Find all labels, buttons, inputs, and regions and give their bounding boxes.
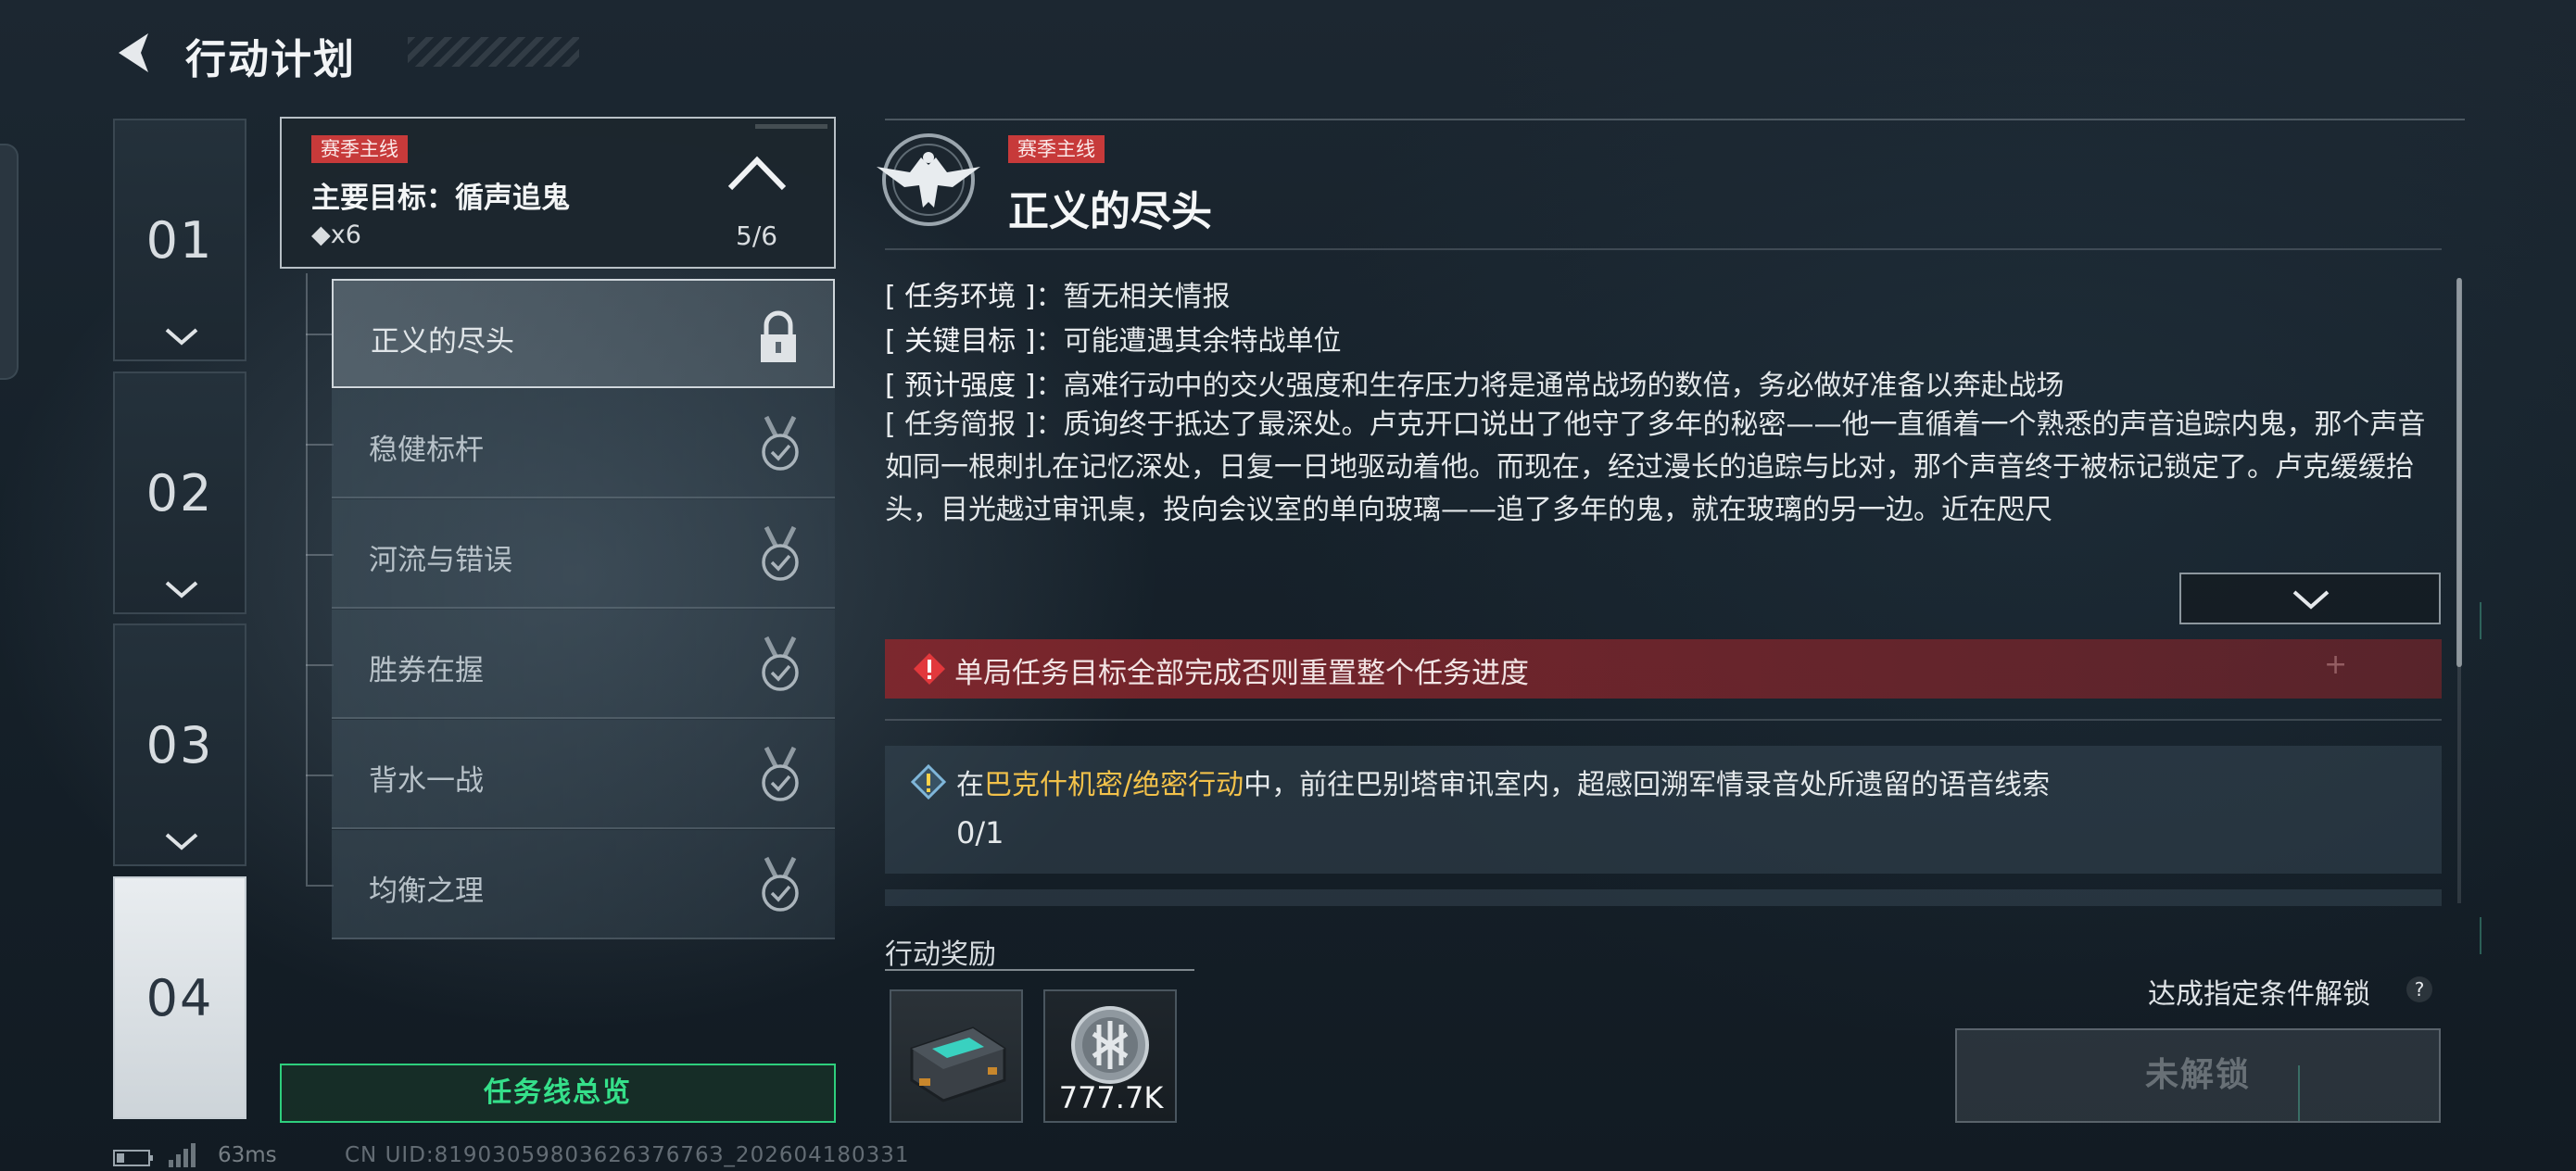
mission-briefing: [ 任务简报 ]：质询终于抵达了最深处。卢克开口说出了他守了多年的秘密——他一直… bbox=[885, 409, 2426, 526]
season-tag: 赛季主线 bbox=[1008, 135, 1105, 163]
mission-line-overview-button[interactable]: 任务线总览 bbox=[280, 1064, 836, 1123]
sub-mission-item[interactable]: 背水一战 bbox=[332, 720, 835, 829]
chapter-tab-01[interactable]: 01 bbox=[113, 119, 246, 361]
chapter-number: 03 bbox=[145, 716, 214, 774]
objective-progress: 0/1 bbox=[956, 815, 1004, 850]
sub-mission-label: 背水一战 bbox=[369, 764, 484, 798]
warning-text: 单局任务目标全部完成否则重置整个任务进度 bbox=[954, 657, 1529, 690]
ping-readout: 63ms bbox=[218, 1143, 277, 1167]
chevron-up-icon[interactable] bbox=[725, 153, 789, 194]
chevron-down-icon bbox=[2292, 590, 2330, 610]
info-key-target: [ 关键目标 ]：可能遭遇其余特战单位 bbox=[885, 325, 1342, 358]
sub-mission-label: 胜券在握 bbox=[369, 654, 484, 687]
medal-check-icon bbox=[762, 415, 799, 471]
medal-check-icon bbox=[762, 746, 799, 801]
chapter-tab-02[interactable]: 02 bbox=[113, 371, 246, 614]
sub-mission-item[interactable]: 稳健标杆 bbox=[332, 389, 835, 498]
padlock-icon bbox=[761, 310, 796, 362]
warning-diamond-icon bbox=[914, 653, 945, 685]
back-arrow-icon[interactable] bbox=[109, 28, 159, 78]
objective-text: 在巴克什机密/绝密行动中，前往巴别塔审讯室内，超感回溯军情录音处所遗留的语音线索 bbox=[956, 769, 2051, 801]
eagle-emblem-icon bbox=[877, 133, 980, 226]
sub-mission-item[interactable]: 正义的尽头 bbox=[332, 279, 835, 388]
mission-count: ◆x6 bbox=[311, 220, 361, 249]
tree-tick bbox=[306, 444, 334, 446]
rewards-underline bbox=[885, 969, 1194, 971]
title-divider bbox=[885, 248, 2442, 250]
chevron-down-icon bbox=[165, 581, 198, 598]
chapter-number: 02 bbox=[145, 464, 214, 523]
help-icon[interactable]: ? bbox=[2406, 976, 2432, 1002]
page-title: 行动计划 bbox=[185, 36, 356, 83]
mission-progress: 5/6 bbox=[736, 220, 778, 251]
medal-check-icon bbox=[762, 525, 799, 581]
medal-check-icon bbox=[762, 636, 799, 691]
signal-icon bbox=[169, 1143, 196, 1167]
side-drawer-handle[interactable] bbox=[0, 144, 19, 380]
chevron-down-icon bbox=[165, 328, 198, 346]
warning-decoration: + bbox=[2324, 648, 2348, 681]
tree-connector bbox=[306, 273, 308, 885]
sub-mission-label: 均衡之理 bbox=[369, 875, 484, 908]
locked-start-button[interactable]: 未解锁 bbox=[1955, 1028, 2441, 1123]
chapter-tab-03[interactable]: 03 bbox=[113, 623, 246, 866]
season-tag: 赛季主线 bbox=[311, 135, 408, 163]
chapter-number: 04 bbox=[145, 969, 214, 1027]
reward-amount: 777.7K bbox=[1058, 1080, 1164, 1115]
info-intensity: [ 预计强度 ]：高难行动中的交火强度和生存压力将是通常战场的数倍，务必做好准备… bbox=[885, 370, 2065, 402]
reward-item-device[interactable] bbox=[890, 989, 1023, 1123]
tree-tick bbox=[306, 664, 334, 666]
title-decoration bbox=[408, 37, 579, 67]
chapter-number: 01 bbox=[145, 211, 214, 270]
tree-tick bbox=[306, 885, 334, 887]
sub-mission-item[interactable]: 河流与错误 bbox=[332, 499, 835, 609]
objective-divider bbox=[885, 719, 2442, 721]
scrollbar-thumb[interactable] bbox=[2456, 278, 2462, 667]
currency-coin-icon bbox=[1071, 1006, 1149, 1084]
detail-title: 正义的尽头 bbox=[1008, 188, 1212, 235]
sub-mission-item[interactable]: 均衡之理 bbox=[332, 830, 835, 939]
detail-divider bbox=[885, 119, 2465, 120]
mission-goal: 主要目标：循声追鬼 bbox=[311, 182, 570, 215]
unlock-hint: 达成指定条件解锁 bbox=[2148, 978, 2370, 1011]
battery-icon bbox=[113, 1150, 153, 1166]
chapter-tab-04[interactable]: 04 bbox=[113, 876, 246, 1119]
card-decoration bbox=[755, 124, 827, 129]
info-environment: [ 任务环境 ]：暂无相关情报 bbox=[885, 281, 1231, 313]
info-diamond-icon bbox=[911, 764, 946, 800]
tree-tick bbox=[306, 554, 334, 556]
device-case-icon bbox=[910, 1026, 1006, 1102]
sub-mission-label: 正义的尽头 bbox=[371, 325, 514, 359]
sub-mission-label: 河流与错误 bbox=[369, 544, 512, 577]
objective-location-highlight: 巴克什机密/绝密行动 bbox=[984, 769, 1244, 801]
user-id: CN UID:8190305980362637676З_202604180331 bbox=[345, 1143, 910, 1167]
sub-mission-item[interactable]: 胜券在握 bbox=[332, 610, 835, 719]
tree-tick bbox=[306, 774, 334, 776]
sub-mission-label: 稳健标杆 bbox=[369, 434, 484, 467]
rewards-label: 行动奖励 bbox=[885, 938, 996, 971]
objective-card-next bbox=[885, 889, 2442, 906]
expand-briefing-button[interactable] bbox=[2179, 573, 2441, 624]
chevron-down-icon bbox=[165, 833, 198, 850]
medal-check-icon bbox=[762, 856, 799, 912]
tree-tick bbox=[306, 334, 334, 335]
